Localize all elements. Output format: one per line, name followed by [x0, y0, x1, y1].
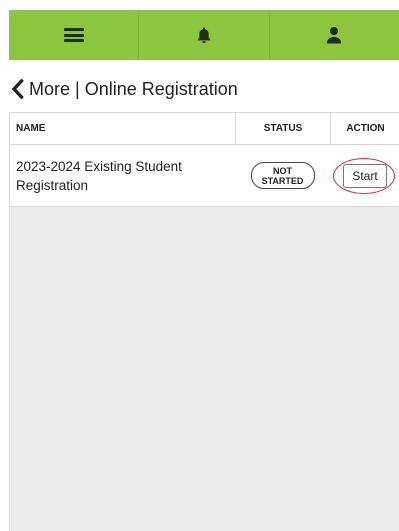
column-header-status: STATUS — [235, 113, 330, 144]
start-button[interactable]: Start — [343, 163, 387, 188]
menu-button[interactable] — [9, 10, 140, 60]
table-header: NAME STATUS ACTION — [10, 112, 399, 145]
registration-table: NAME STATUS ACTION 2023-2024 Existing St… — [9, 112, 399, 531]
page-title: More | Online Registration — [29, 78, 238, 99]
registration-name: 2023-2024 Existing Student Registration — [16, 158, 182, 193]
table-row: 2023-2024 Existing Student Registration … — [10, 145, 399, 207]
column-header-name: NAME — [16, 123, 46, 134]
chevron-left-icon[interactable] — [9, 78, 27, 100]
user-icon — [327, 27, 342, 44]
status-cell: NOT STARTED — [235, 145, 330, 206]
start-highlight: Start — [332, 156, 398, 196]
bell-icon — [197, 27, 211, 43]
action-cell: Start — [330, 145, 399, 206]
column-header-action: ACTION — [330, 113, 399, 144]
status-badge: NOT STARTED — [250, 162, 315, 189]
top-nav — [9, 10, 399, 60]
page-header: More | Online Registration — [9, 76, 238, 102]
notifications-button[interactable] — [139, 10, 270, 60]
profile-button[interactable] — [270, 10, 399, 60]
hamburger-menu-icon — [63, 28, 84, 42]
